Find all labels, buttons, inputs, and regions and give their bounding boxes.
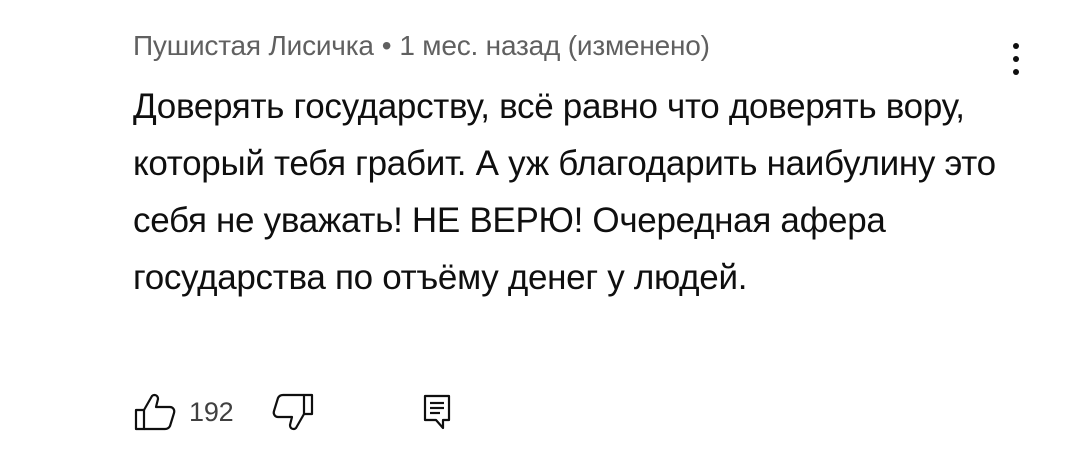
author-name[interactable]: Пушистая Лисичка [133, 30, 374, 61]
comment-header: Пушистая Лисичка • 1 мес. назад (изменено) [133, 26, 710, 66]
comment-menu-button[interactable] [996, 34, 1036, 84]
comment-text: Доверять государству, всё равно что дове… [133, 87, 996, 297]
like-count: 192 [189, 396, 234, 427]
reply-button[interactable] [422, 393, 452, 431]
dislike-button[interactable] [271, 392, 315, 432]
more-vertical-icon [1013, 43, 1019, 75]
thumb-down-icon [273, 393, 314, 431]
comment-actions: 192 [133, 388, 452, 436]
reply-comment-icon [424, 394, 451, 430]
comment-item: Пушистая Лисичка • 1 мес. назад (изменено)… [0, 0, 1080, 472]
edited-label: (изменено) [567, 30, 710, 61]
comment-time[interactable]: 1 мес. назад [399, 30, 560, 61]
thumb-up-icon [134, 393, 176, 431]
separator-dot: • [381, 30, 392, 61]
like-button[interactable]: 192 [133, 392, 234, 432]
